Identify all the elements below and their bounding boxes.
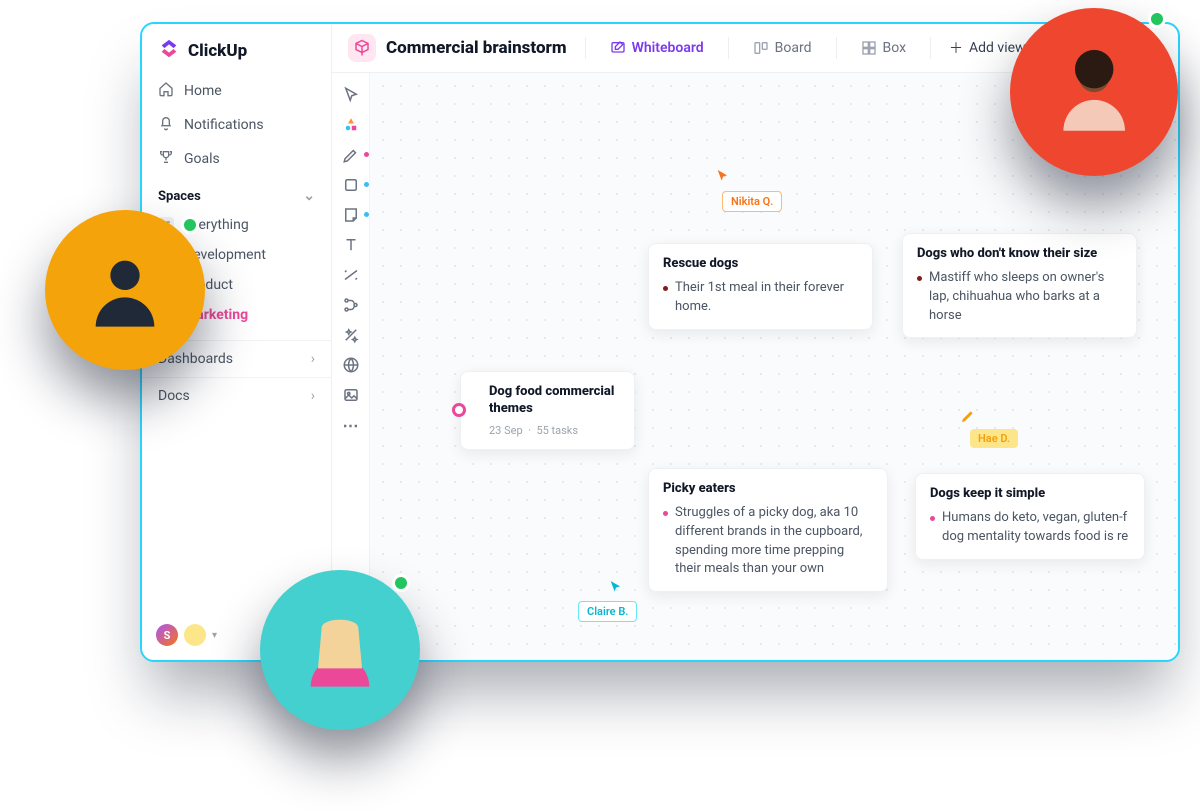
card-date: 23 Sep bbox=[489, 424, 523, 437]
user-avatar[interactable] bbox=[184, 624, 206, 646]
cube-icon bbox=[348, 34, 376, 62]
divider bbox=[930, 37, 931, 59]
pointer-icon[interactable] bbox=[341, 85, 361, 105]
card-title: Dog food commercial themes bbox=[489, 384, 616, 418]
nav-label: Goals bbox=[184, 151, 220, 167]
card-picky[interactable]: Picky eaters Struggles of a picky dog, a… bbox=[648, 468, 888, 592]
nav-notifications[interactable]: Notifications bbox=[142, 108, 331, 142]
plus-icon: ＋ bbox=[949, 38, 963, 58]
connector-icon[interactable] bbox=[341, 265, 361, 285]
card-size[interactable]: Dogs who don't know their size Mastiff w… bbox=[902, 233, 1137, 338]
card-simple[interactable]: Dogs keep it simple Humans do keto, vega… bbox=[915, 473, 1145, 560]
nav-goals[interactable]: Goals bbox=[142, 142, 331, 176]
view-box[interactable]: Box bbox=[855, 36, 913, 60]
chevron-down-icon[interactable]: ▾ bbox=[212, 630, 217, 641]
nav-home[interactable]: Home bbox=[142, 74, 331, 108]
card-root[interactable]: Dog food commercial themes 23 Sep · 55 t… bbox=[460, 371, 635, 450]
brand-name: ClickUp bbox=[188, 41, 247, 61]
brand: ClickUp bbox=[142, 24, 331, 74]
divider bbox=[836, 37, 837, 59]
note-icon[interactable] bbox=[341, 205, 361, 225]
nav-docs[interactable]: Docs › bbox=[142, 377, 331, 414]
title-text: Commercial brainstorm bbox=[386, 38, 567, 58]
chevron-right-icon: › bbox=[311, 351, 315, 367]
square-icon[interactable] bbox=[341, 175, 361, 195]
page-title: Commercial brainstorm bbox=[348, 34, 567, 62]
magic-icon[interactable] bbox=[341, 325, 361, 345]
divider bbox=[585, 37, 586, 59]
divider bbox=[728, 37, 729, 59]
connectors bbox=[370, 73, 670, 223]
view-board[interactable]: Board bbox=[747, 36, 818, 60]
home-icon bbox=[158, 81, 174, 101]
card-item: Struggles of a picky dog, aka 10 differe… bbox=[663, 504, 873, 579]
person-icon bbox=[296, 606, 384, 694]
status-online-icon bbox=[1148, 10, 1166, 28]
nav-label: Home bbox=[184, 83, 222, 99]
menu-label: Docs bbox=[158, 388, 190, 404]
bell-icon bbox=[158, 115, 174, 135]
section-label: Spaces bbox=[158, 189, 201, 204]
node-handle-icon[interactable] bbox=[452, 403, 466, 417]
person-icon bbox=[1048, 46, 1140, 138]
card-title: Rescue dogs bbox=[663, 256, 858, 273]
add-view-label: Add view bbox=[969, 40, 1026, 56]
view-label: Box bbox=[883, 40, 907, 56]
cursor-label-hae: Hae D. bbox=[970, 429, 1018, 448]
text-icon[interactable] bbox=[341, 235, 361, 255]
collaborator-avatar-2 bbox=[260, 570, 420, 730]
shapes-icon[interactable] bbox=[341, 115, 361, 135]
view-label: Board bbox=[775, 40, 812, 56]
collaborator-avatar-3 bbox=[1010, 8, 1178, 176]
branch-icon[interactable] bbox=[341, 295, 361, 315]
view-label: Whiteboard bbox=[632, 40, 704, 56]
spaces-header[interactable]: Spaces ⌄ bbox=[142, 176, 331, 210]
card-rescue[interactable]: Rescue dogs Their 1st meal in their fore… bbox=[648, 243, 873, 330]
remote-cursor-nikita bbox=[715, 168, 731, 188]
card-title: Picky eaters bbox=[663, 481, 873, 498]
trophy-icon bbox=[158, 149, 174, 169]
card-item: Humans do keto, vegan, gluten-f dog ment… bbox=[930, 509, 1130, 547]
status-online-icon bbox=[181, 216, 199, 234]
chevron-down-icon: ⌄ bbox=[303, 188, 315, 204]
collaborator-avatar-1 bbox=[45, 210, 205, 370]
remote-cursor-claire bbox=[608, 579, 624, 599]
globe-icon[interactable] bbox=[341, 355, 361, 375]
card-title: Dogs keep it simple bbox=[930, 486, 1130, 503]
card-tasks: 55 tasks bbox=[536, 424, 578, 437]
workspace-avatar[interactable] bbox=[156, 624, 178, 646]
card-title: Dogs who don't know their size bbox=[917, 246, 1122, 263]
view-whiteboard[interactable]: Whiteboard bbox=[604, 36, 710, 60]
card-meta: 23 Sep · 55 tasks bbox=[489, 424, 616, 437]
cursor-label-claire: Claire B. bbox=[578, 601, 637, 622]
person-icon bbox=[81, 246, 169, 334]
chevron-right-icon: › bbox=[311, 388, 315, 404]
status-online-icon bbox=[392, 574, 410, 592]
image-icon[interactable] bbox=[341, 385, 361, 405]
pen-icon[interactable] bbox=[341, 145, 361, 165]
add-view-button[interactable]: ＋ Add view bbox=[949, 38, 1026, 58]
more-icon[interactable]: ⋯ bbox=[341, 415, 361, 435]
card-item: Their 1st meal in their forever home. bbox=[663, 279, 858, 317]
cursor-label-nikita: Nikita Q. bbox=[722, 191, 782, 212]
remote-cursor-hae bbox=[960, 408, 976, 428]
nav-label: Notifications bbox=[184, 117, 264, 133]
card-item: Mastiff who sleeps on owner's lap, chihu… bbox=[917, 269, 1122, 326]
clickup-logo-icon bbox=[158, 38, 180, 64]
